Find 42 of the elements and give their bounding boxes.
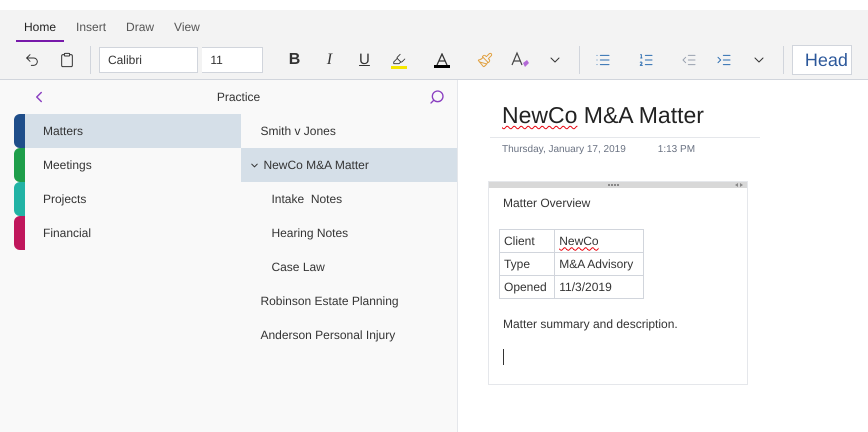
section-color-tab[interactable] [14,114,25,148]
section-item[interactable]: Projects [25,182,242,216]
ribbon-tab[interactable]: Insert [68,18,114,42]
notebook-title: Practice [216,89,262,106]
section-item[interactable]: Meetings [25,148,242,182]
resize-arrows-icon[interactable] [735,182,743,186]
table-cell: Type [500,252,555,275]
table-cell: Opened [500,275,555,298]
table-cell: 11/3/2019 [554,275,644,298]
note-paragraph: Matter summary and description. [503,316,679,332]
page-title[interactable]: NewCo M&A Matter [490,98,760,138]
drag-handle-icon[interactable] [608,184,620,186]
subpage-item[interactable]: Hearing Notes [241,216,457,250]
ribbon-tab[interactable]: Draw [118,18,162,42]
table-cell: Client [500,229,555,252]
ribbon-tab[interactable]: Home [16,18,64,42]
search-icon[interactable] [429,89,445,105]
section-color-tab[interactable] [14,216,25,250]
subpage-item[interactable]: Intake Notes [241,182,457,216]
section-item[interactable]: Financial [25,216,242,250]
bold-button[interactable]: B [278,44,310,76]
page-item[interactable]: Robinson Estate Planning [241,284,457,318]
page-item[interactable]: Anderson Personal Injury [241,318,457,352]
note-container[interactable]: Matter Overview Client NewCo Type M&A Advisory Opened 11/3/2019 Matter summary and description. [488,180,748,384]
subpage-item[interactable]: Case Law [241,250,457,284]
ribbon-tab[interactable]: View [166,18,208,42]
section-color-tab[interactable] [14,148,25,182]
table-cell: M&A Advisory [554,252,644,275]
section-color-tab[interactable] [14,182,25,216]
text-cursor [503,348,504,364]
page-date: Thursday, January 17, 2019 [502,142,626,156]
style-dropdown[interactable]: Head [792,45,852,75]
page-item[interactable]: NewCo M&A Matter [241,148,457,182]
font-field[interactable]: Calibri [98,47,198,73]
page-time: 1:13 PM [658,142,696,156]
section-item[interactable]: Matters [25,114,242,148]
font-size-field[interactable]: 11 [202,47,263,73]
table-cell: NewCo [554,229,644,252]
underline-button[interactable]: U [348,44,380,76]
note-heading: Matter Overview [503,194,592,212]
page-item[interactable]: Smith v Jones [241,114,457,148]
italic-button[interactable]: I [314,44,345,76]
